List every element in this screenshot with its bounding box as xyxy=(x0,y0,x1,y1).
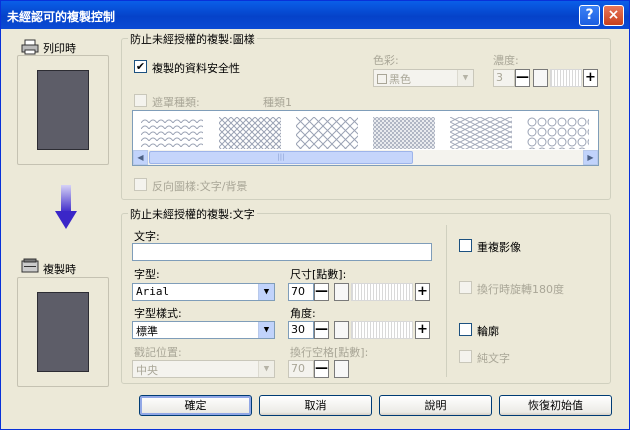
pattern-scrollbar[interactable]: ◀ ||| ▶ xyxy=(133,150,598,165)
ok-button[interactable]: 確定 xyxy=(139,395,252,416)
chevron-down-icon: ▼ xyxy=(457,70,473,86)
pattern-grid-icon[interactable] xyxy=(373,117,435,149)
position-label: 戳記位置: xyxy=(134,346,182,359)
font-label: 字型: xyxy=(134,268,160,281)
rotate-checkbox[interactable] xyxy=(459,281,472,294)
color-value: 黑色 xyxy=(389,73,411,86)
reset-button[interactable]: 恢復初始值 xyxy=(499,395,612,416)
density-plus-button[interactable]: + xyxy=(583,69,598,87)
spacing-minus-button[interactable]: — xyxy=(314,360,329,378)
copier-icon xyxy=(21,258,39,277)
text-label: 文字: xyxy=(134,230,160,243)
style-select[interactable]: 標準 ▼ xyxy=(132,321,275,339)
angle-slider-thumb[interactable] xyxy=(334,321,349,339)
spacing-input[interactable]: 70 xyxy=(288,360,314,378)
outline-checkbox[interactable] xyxy=(459,323,472,336)
color-swatch-icon xyxy=(377,74,387,84)
copy-preview-image xyxy=(37,292,89,372)
security-checkbox[interactable]: ✔ xyxy=(134,60,147,73)
position-select[interactable]: 中央 ▼ xyxy=(132,360,275,378)
vertical-divider xyxy=(446,225,447,377)
close-button[interactable]: × xyxy=(603,5,624,26)
style-value: 標準 xyxy=(136,325,158,338)
density-input[interactable]: 3 xyxy=(493,69,515,87)
pattern-crosshatch-icon[interactable] xyxy=(296,117,358,149)
pattern-circles-icon[interactable] xyxy=(527,117,589,149)
color-select[interactable]: 黑色 ▼ xyxy=(373,69,474,87)
copy-label: 複製時 xyxy=(43,263,76,276)
font-value: Arial xyxy=(136,285,170,298)
chevron-down-icon: ▼ xyxy=(258,361,274,377)
dialog-window: 未經認可的複製控制 ? × 列印時 複製時 防止未經授權的複製:圖樣 ✔ 複製的… xyxy=(0,0,630,430)
angle-label: 角度: xyxy=(290,307,316,320)
size-slider-track[interactable] xyxy=(351,283,413,301)
security-label: 複製的資料安全性 xyxy=(152,62,240,75)
pattern-list[interactable]: ◀ ||| ▶ xyxy=(132,110,599,166)
print-preview-image xyxy=(37,70,89,150)
density-slider-track[interactable] xyxy=(550,69,582,87)
spacing-label: 換行空格[點數]: xyxy=(290,346,369,359)
repeat-label: 重複影像 xyxy=(477,241,521,254)
size-plus-button[interactable]: + xyxy=(415,283,430,301)
repeat-checkbox[interactable] xyxy=(459,239,472,252)
chevron-down-icon: ▼ xyxy=(258,284,274,300)
plain-text-checkbox[interactable] xyxy=(459,350,472,363)
scroll-right-icon[interactable]: ▶ xyxy=(583,150,598,165)
scroll-left-icon[interactable]: ◀ xyxy=(133,150,148,165)
print-label: 列印時 xyxy=(43,42,76,55)
pattern-group-legend: 防止未經授權的複製:圖樣 xyxy=(128,31,257,47)
title-bar: 未經認可的複製控制 ? × xyxy=(1,1,629,29)
style-label: 字型樣式: xyxy=(134,307,182,320)
angle-minus-button[interactable]: — xyxy=(314,321,329,339)
down-arrow-icon xyxy=(55,185,77,234)
density-label: 濃度: xyxy=(493,54,519,67)
angle-slider-track[interactable] xyxy=(351,321,413,339)
size-slider-thumb[interactable] xyxy=(334,283,349,301)
text-input[interactable] xyxy=(132,243,432,261)
print-preview-frame xyxy=(17,55,109,165)
pattern-weave-icon[interactable] xyxy=(450,117,512,149)
density-minus-button[interactable]: — xyxy=(515,69,530,87)
density-slider-thumb[interactable] xyxy=(533,69,548,87)
mask-checkbox[interactable] xyxy=(134,94,147,107)
pattern-diamond-icon[interactable] xyxy=(219,117,281,149)
text-group-legend: 防止未經授權的複製:文字 xyxy=(128,206,257,222)
cancel-button[interactable]: 取消 xyxy=(259,395,372,416)
size-label: 尺寸[點數]: xyxy=(290,268,347,281)
size-input[interactable]: 70 xyxy=(288,283,314,301)
invert-label: 反向圖樣:文字/背景 xyxy=(152,180,248,193)
scroll-thumb[interactable]: ||| xyxy=(149,151,413,164)
size-minus-button[interactable]: — xyxy=(314,283,329,301)
pattern-scales-icon[interactable] xyxy=(141,117,203,149)
mask-value: 種類1 xyxy=(263,96,292,109)
position-value: 中央 xyxy=(136,364,158,377)
plain-text-label: 純文字 xyxy=(477,352,510,365)
copy-preview-frame xyxy=(17,277,109,387)
color-label: 色彩: xyxy=(373,54,399,67)
chevron-down-icon: ▼ xyxy=(258,322,274,338)
outline-label: 輪廓 xyxy=(477,325,499,338)
invert-checkbox[interactable] xyxy=(134,178,147,191)
mask-label: 遮罩種類: xyxy=(152,96,200,109)
rotate-label: 換行時旋轉180度 xyxy=(477,283,564,296)
window-title: 未經認可的複製控制 xyxy=(7,10,116,24)
angle-plus-button[interactable]: + xyxy=(415,321,430,339)
help-button[interactable]: 說明 xyxy=(379,395,492,416)
help-title-button[interactable]: ? xyxy=(579,5,600,26)
spacing-slider-thumb[interactable] xyxy=(334,360,349,378)
font-select[interactable]: Arial ▼ xyxy=(132,283,275,301)
angle-input[interactable]: 30 xyxy=(288,321,314,339)
